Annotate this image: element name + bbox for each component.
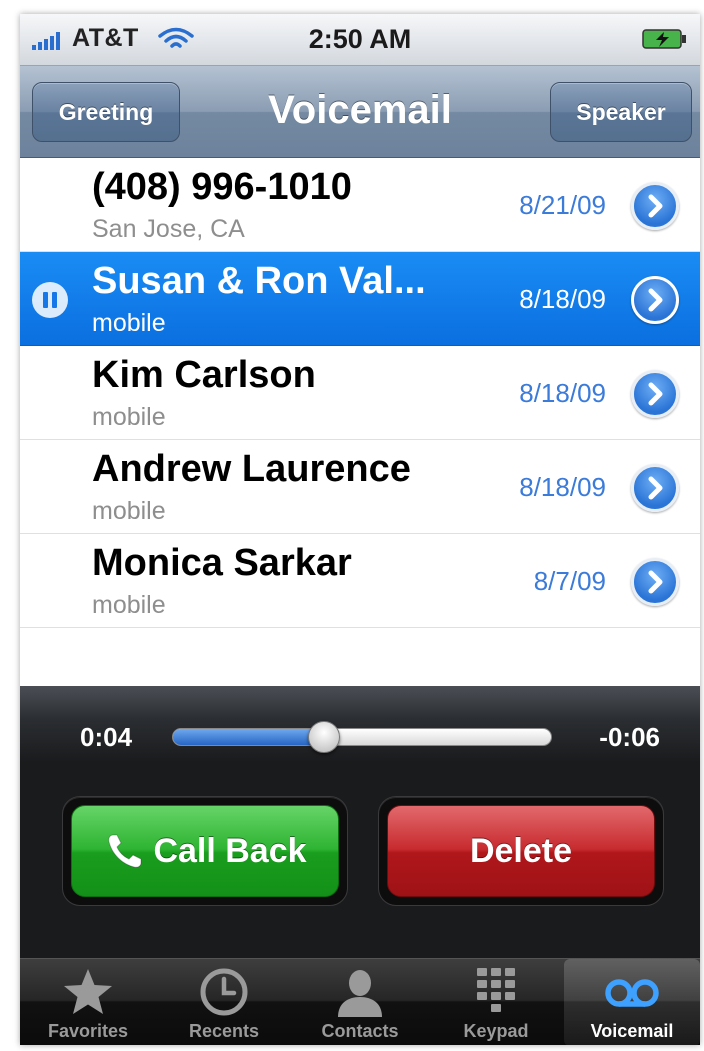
tab-label: Contacts — [321, 1021, 399, 1041]
navigation-bar: Greeting Voicemail Speaker — [20, 66, 700, 158]
tab-label: Keypad — [463, 1021, 529, 1041]
scrubber-progress — [173, 729, 325, 745]
voicemail-row-selected[interactable]: Susan & Ron Val... mobile 8/18/09 — [20, 252, 700, 346]
tab-voicemail[interactable]: Voicemail — [564, 959, 700, 1045]
detail-disclosure-icon[interactable] — [631, 370, 679, 418]
playback-scrubber[interactable] — [172, 721, 552, 753]
voicemail-date: 8/18/09 — [519, 378, 606, 408]
voicemail-date: 8/7/09 — [533, 566, 606, 596]
voicemail-caller-name: (408) 996-1010 — [92, 166, 352, 208]
voicemail-caller-name: Monica Sarkar — [92, 542, 352, 584]
tab-label: Voicemail — [590, 1021, 674, 1041]
phone-screen: AT&T 2:50 AM Greeting Voicemail Speaker … — [20, 14, 700, 1045]
voicemail-row[interactable]: (408) 996-1010 San Jose, CA 8/21/09 — [20, 158, 700, 252]
delete-label: Delete — [469, 831, 573, 870]
voicemail-caller-label: mobile — [92, 309, 166, 337]
remaining-time: -0:06 — [599, 722, 660, 752]
voicemail-row[interactable]: Kim Carlson mobile 8/18/09 — [20, 346, 700, 440]
detail-disclosure-icon[interactable] — [631, 276, 679, 324]
scrubber-thumb[interactable] — [308, 721, 341, 753]
delete-button-frame: Delete — [378, 796, 664, 906]
pause-icon[interactable] — [32, 282, 68, 318]
phone-icon — [108, 834, 142, 868]
tab-label: Recents — [188, 1021, 260, 1041]
voicemail-date: 8/18/09 — [519, 472, 606, 502]
status-time: 2:50 AM — [308, 24, 412, 54]
call-back-button[interactable]: Call Back — [71, 805, 339, 897]
voicemail-list: (408) 996-1010 San Jose, CA 8/21/09 Susa… — [20, 158, 700, 686]
voicemail-row[interactable]: Monica Sarkar mobile 8/7/09 — [20, 534, 700, 628]
person-icon — [338, 970, 382, 1017]
elapsed-time: 0:04 — [80, 722, 133, 752]
voicemail-icon — [605, 979, 659, 1007]
voicemail-caller-name: Susan & Ron Val... — [92, 260, 426, 302]
detail-disclosure-icon[interactable] — [631, 558, 679, 606]
clock-icon — [200, 968, 248, 1016]
call-back-button-frame: Call Back — [62, 796, 348, 906]
tab-bar: Favorites Recents Contacts Keypad Voicem… — [20, 958, 700, 1045]
voicemail-caller-label: San Jose, CA — [92, 215, 245, 243]
star-icon — [64, 969, 112, 1014]
status-bar: AT&T 2:50 AM — [20, 14, 700, 66]
voicemail-caller-name: Andrew Laurence — [92, 448, 411, 490]
voicemail-caller-name: Kim Carlson — [92, 354, 316, 396]
tab-favorites[interactable]: Favorites — [20, 959, 156, 1045]
keypad-icon — [477, 968, 515, 1012]
voicemail-caller-label: mobile — [92, 591, 166, 619]
detail-disclosure-icon[interactable] — [631, 464, 679, 512]
tab-keypad[interactable]: Keypad — [428, 959, 564, 1045]
voicemail-date: 8/21/09 — [519, 190, 606, 220]
voicemail-date: 8/18/09 — [519, 284, 606, 314]
voicemail-row[interactable]: Andrew Laurence mobile 8/18/09 — [20, 440, 700, 534]
detail-disclosure-icon[interactable] — [631, 182, 679, 230]
tab-recents[interactable]: Recents — [156, 959, 292, 1045]
voicemail-caller-label: mobile — [92, 497, 166, 525]
delete-button[interactable]: Delete — [387, 805, 655, 897]
tab-contacts[interactable]: Contacts — [292, 959, 428, 1045]
call-back-label: Call Back — [153, 831, 307, 870]
battery-charging-icon — [642, 29, 686, 49]
voicemail-caller-label: mobile — [92, 403, 166, 431]
tab-label: Favorites — [47, 1021, 129, 1041]
speaker-button[interactable]: Speaker — [550, 82, 692, 142]
playback-controls: 0:04 -0:06 Call Back Delete — [20, 686, 700, 958]
